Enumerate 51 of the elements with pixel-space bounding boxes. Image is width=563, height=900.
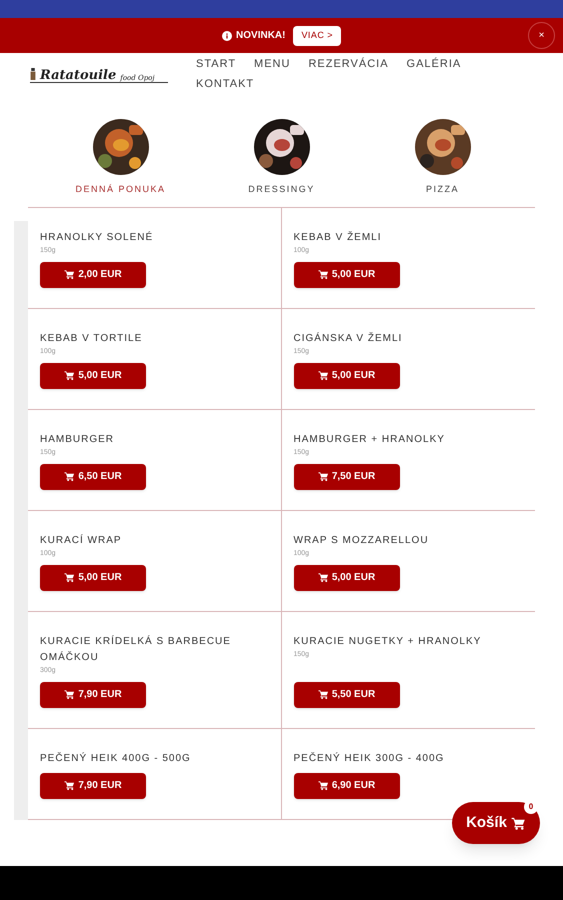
cart-icon [318,370,329,381]
product-name: KURACIE NUGETKY + HRANOLKY [294,634,482,648]
nav-link[interactable]: MENU [254,57,290,71]
cart-icon [64,370,76,381]
category-tab[interactable]: PIZZA [388,119,498,196]
cart-icon [64,689,76,700]
cart-icon [318,780,329,791]
price-button[interactable]: 5,00 EUR [40,564,146,590]
close-button[interactable]: × [528,22,555,49]
price-button[interactable]: 6,90 EUR [294,772,400,798]
product-name: HRANOLKY SOLENÉ [40,230,154,244]
cart-icon [318,471,329,482]
cart-count-badge: 0 [524,800,538,814]
product-name: KURACÍ WRAP [40,533,123,548]
cart-icon [64,572,76,583]
price-button[interactable]: 6,50 EUR [40,464,146,490]
category-tab[interactable]: DENNÁ PONUKA [66,119,176,196]
product-name: KEBAB V TORTILE [40,332,144,346]
nav-link[interactable]: REZERVÁCIA [308,57,389,71]
cart-icon [510,816,526,830]
price-button[interactable]: 7,90 EUR [40,772,146,798]
nav-link[interactable]: KONTAKT [196,77,254,91]
more-button[interactable]: VIAC > [293,26,341,46]
price-button[interactable]: 5,00 EUR [294,262,400,288]
info-icon [222,30,232,40]
product-name: WRAP S MOZZARELLOU [294,534,430,548]
cart-icon [64,780,76,791]
price-button[interactable]: 2,00 EUR [40,262,146,288]
product-name: CIGÁNSKA V ŽEMLI [294,331,404,346]
price-button[interactable]: 5,50 EUR [294,682,400,708]
product-name: HAMBURGER + HRANOLKY [294,432,446,446]
nav-link[interactable]: START [196,57,236,71]
announcement-label: NOVINKA! [236,29,286,43]
price-button[interactable]: 7,90 EUR [40,682,146,708]
nav-link[interactable]: GALÉRIA [406,57,462,71]
product-name: PEČENÝ HEIK 400G - 500G [40,751,192,766]
price-button[interactable]: 5,00 EUR [294,564,400,590]
cart-icon [318,572,329,583]
category-tab[interactable]: DRESSINGY [226,119,336,196]
price-button[interactable]: 7,50 EUR [294,464,400,490]
chef-icon [30,66,36,82]
cart-icon [318,689,329,700]
cart-icon [64,471,76,482]
product-name: HAMBURGER [40,432,116,446]
product-name: KURACIE KRÍDELKÁ S BARBECUE OMÁČKOU [40,634,232,664]
cart-icon [64,269,76,280]
price-button[interactable]: 5,00 EUR [40,362,146,388]
cart-icon [318,269,329,280]
price-button[interactable]: 5,00 EUR [294,362,400,388]
product-name: PEČENÝ HEIK 300G - 400G [294,751,446,766]
product-name: KEBAB V ŽEMLI [294,230,383,244]
